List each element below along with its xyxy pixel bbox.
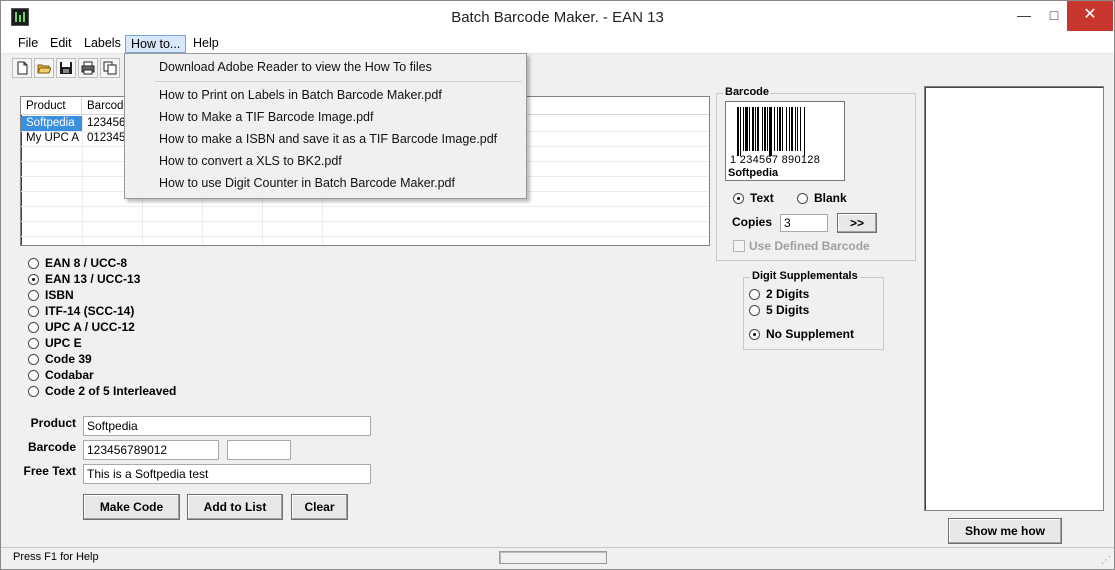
barcode-bar (764, 107, 766, 151)
barcode-bar (745, 107, 748, 151)
open-folder-icon[interactable] (34, 58, 54, 78)
barcode-caption: Softpedia (728, 167, 779, 179)
barcode-extra-input[interactable] (227, 440, 291, 460)
column-product[interactable]: Product (21, 97, 82, 115)
barcode-bar (752, 107, 754, 151)
save-icon[interactable] (56, 58, 76, 78)
use-defined-label: Use Defined Barcode (749, 239, 870, 253)
status-pane (499, 551, 607, 564)
barcode-bar (789, 107, 790, 151)
barcode-bar (743, 107, 744, 151)
barcode-bar (757, 107, 759, 151)
menu-howto[interactable]: How to... (125, 35, 187, 53)
barcode-bar (749, 107, 750, 151)
menu-edit[interactable]: Edit (45, 35, 77, 53)
barcode-bar (769, 107, 772, 156)
barcode-label: Barcode (27, 440, 76, 454)
freetext-input[interactable]: This is a Softpedia test (83, 464, 371, 484)
window-title: Batch Barcode Maker. - EAN 13 (451, 9, 664, 26)
barcode-bar (755, 107, 756, 151)
barcode-bar (786, 107, 787, 151)
maximize-button[interactable]: □ (1039, 1, 1069, 31)
toolbar (1, 55, 131, 83)
menu-item-isbn-tif[interactable]: How to make a ISBN and save it as a TIF … (159, 129, 497, 149)
cell-product: Softpedia (21, 116, 82, 131)
cell-barcode: 123456 (87, 117, 126, 129)
freetext-label: Free Text (23, 464, 76, 478)
menu-file[interactable]: File (13, 35, 43, 53)
cell-product: My UPC A (26, 132, 80, 144)
product-input[interactable]: Softpedia (83, 416, 371, 436)
barcode-bar (800, 107, 801, 151)
barcode-input[interactable]: 123456789012 (83, 440, 219, 460)
howto-dropdown-menu: Download Adobe Reader to view the How To… (124, 53, 527, 199)
barcode-image (737, 107, 805, 156)
product-label: Product (30, 416, 76, 430)
next-button[interactable]: >> (837, 213, 877, 233)
app-window: Batch Barcode Maker. - EAN 13 — □ ✕ File… (0, 0, 1115, 570)
barcode-bar (782, 107, 783, 151)
barcode-bar (762, 107, 763, 151)
copies-label: Copies (732, 215, 773, 229)
menu-item-print-labels[interactable]: How to Print on Labels in Batch Barcode … (159, 85, 442, 105)
add-to-list-button[interactable]: Add to List (187, 494, 283, 520)
cell-barcode: 012345 (87, 132, 126, 144)
barcode-digits: 1 234567 890128 (730, 154, 821, 166)
label-preview-pane (924, 86, 1104, 511)
barcode-bar (779, 107, 781, 151)
print-icon[interactable] (78, 58, 98, 78)
barcode-bar (737, 107, 739, 156)
copy-icon[interactable] (100, 58, 120, 78)
barcode-bar (777, 107, 778, 151)
menu-labels[interactable]: Labels (79, 35, 126, 53)
menu-separator (155, 81, 522, 82)
menu-item-xls-bk2[interactable]: How to convert a XLS to BK2.pdf (159, 151, 342, 171)
minimize-button[interactable]: — (1009, 1, 1039, 31)
menu-help[interactable]: Help (188, 35, 224, 53)
menu-bar: File Edit Labels How to... Help (1, 34, 1114, 54)
barcode-preview: 1 234567 890128 Softpedia (725, 101, 845, 181)
clear-button[interactable]: Clear (291, 494, 348, 520)
menu-item-digit-counter[interactable]: How to use Digit Counter in Batch Barcod… (159, 173, 455, 193)
menu-item-download-reader[interactable]: Download Adobe Reader to view the How To… (159, 57, 432, 77)
barcode-bar (740, 107, 741, 156)
barcode-bar (804, 107, 805, 156)
barcode-bar (774, 107, 775, 151)
status-bar: Press F1 for Help ⋰ (1, 547, 1114, 569)
barcode-bar (795, 107, 796, 151)
close-button[interactable]: ✕ (1067, 1, 1113, 31)
barcode-bar (797, 107, 798, 151)
resize-grip-icon[interactable]: ⋰ (1101, 555, 1111, 566)
copies-input[interactable]: 3 (780, 214, 828, 232)
barcode-bar (767, 107, 768, 151)
title-bar: Batch Barcode Maker. - EAN 13 — □ ✕ (1, 1, 1114, 34)
status-text: Press F1 for Help (13, 551, 99, 563)
barcode-group-title: Barcode (723, 86, 772, 98)
use-defined-checkbox[interactable] (733, 240, 745, 252)
barcode-bar (791, 107, 793, 151)
show-me-how-button[interactable]: Show me how (948, 518, 1062, 544)
menu-item-tif-image[interactable]: How to Make a TIF Barcode Image.pdf (159, 107, 373, 127)
make-code-button[interactable]: Make Code (83, 494, 180, 520)
supplementals-title: Digit Supplementals (750, 270, 860, 282)
new-document-icon[interactable] (12, 58, 32, 78)
